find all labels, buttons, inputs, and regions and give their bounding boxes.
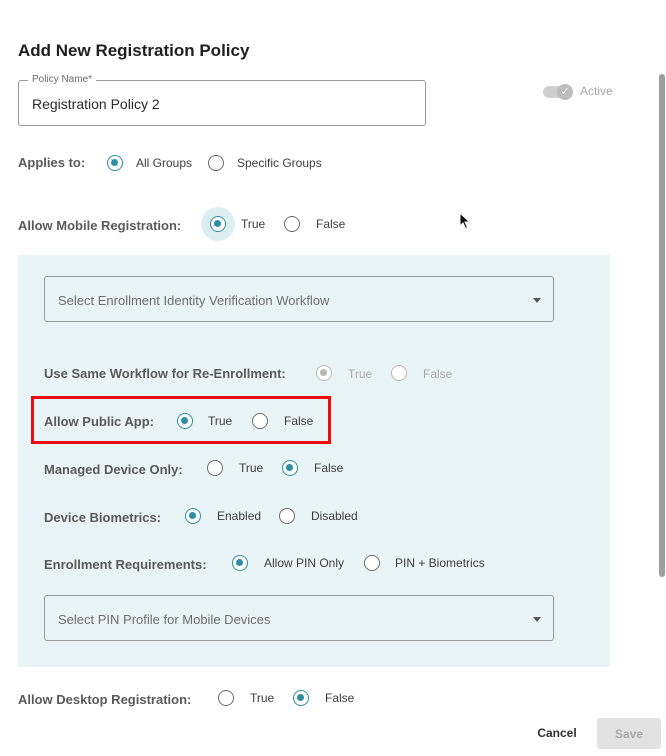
option-pin-biometrics[interactable]: PIN + Biometrics [395, 556, 485, 570]
radio-same-workflow-true[interactable] [316, 365, 332, 381]
option-desktop-true[interactable]: True [250, 691, 274, 705]
pin-profile-select-placeholder: Select PIN Profile for Mobile Devices [58, 612, 271, 627]
highlight-box [31, 396, 331, 444]
dialog-title: Add New Registration Policy [18, 41, 250, 60]
scrollbar[interactable] [659, 74, 665, 577]
dropdown-arrow-icon [533, 617, 541, 622]
radio-managed-device-false[interactable] [282, 460, 298, 476]
save-button[interactable]: Save [597, 718, 661, 749]
radio-desktop-false[interactable] [293, 690, 309, 706]
option-same-workflow-false[interactable]: False [423, 367, 452, 381]
check-icon: ✓ [557, 84, 573, 100]
pin-profile-select[interactable]: Select PIN Profile for Mobile Devices [44, 595, 554, 641]
policy-name-label: Policy Name* [28, 74, 97, 86]
workflow-select-placeholder: Select Enrollment Identity Verification … [58, 293, 330, 308]
radio-all-groups[interactable] [107, 155, 123, 171]
policy-name-value[interactable]: Registration Policy 2 [32, 96, 160, 112]
mouse-cursor-icon [459, 211, 471, 235]
radio-managed-device-true[interactable] [207, 460, 223, 476]
workflow-select[interactable]: Select Enrollment Identity Verification … [44, 276, 554, 322]
option-same-workflow-true[interactable]: True [348, 367, 372, 381]
radio-desktop-true[interactable] [218, 690, 234, 706]
policy-name-field[interactable]: Policy Name* Registration Policy 2 [18, 74, 426, 126]
active-label: Active [580, 84, 613, 98]
radio-allow-pin-only[interactable] [232, 555, 248, 571]
cancel-button[interactable]: Cancel [522, 721, 592, 745]
option-allow-pin-only[interactable]: Allow PIN Only [264, 556, 344, 570]
desktop-registration-label: Allow Desktop Registration: [18, 692, 192, 707]
option-mobile-true[interactable]: True [241, 217, 265, 231]
radio-biometrics-enabled[interactable] [185, 508, 201, 524]
option-managed-device-true[interactable]: True [239, 461, 263, 475]
option-managed-device-false[interactable]: False [314, 461, 343, 475]
option-specific-groups[interactable]: Specific Groups [237, 156, 322, 170]
active-toggle[interactable]: ✓ [543, 84, 573, 100]
radio-same-workflow-false[interactable] [391, 365, 407, 381]
option-mobile-false[interactable]: False [316, 217, 345, 231]
enrollment-requirements-label: Enrollment Requirements: [44, 557, 207, 572]
radio-pin-biometrics[interactable] [364, 555, 380, 571]
radio-mobile-true[interactable] [210, 216, 226, 232]
mobile-registration-label: Allow Mobile Registration: [18, 218, 182, 233]
radio-biometrics-disabled[interactable] [279, 508, 295, 524]
applies-to-label: Applies to: [18, 155, 86, 170]
radio-mobile-false[interactable] [284, 216, 300, 232]
same-workflow-label: Use Same Workflow for Re-Enrollment: [44, 366, 286, 381]
option-desktop-false[interactable]: False [325, 691, 354, 705]
device-biometrics-label: Device Biometrics: [44, 510, 162, 525]
radio-specific-groups[interactable] [208, 155, 224, 171]
dropdown-arrow-icon [533, 298, 541, 303]
option-all-groups[interactable]: All Groups [136, 156, 192, 170]
option-biometrics-enabled[interactable]: Enabled [217, 509, 261, 523]
managed-device-label: Managed Device Only: [44, 462, 183, 477]
option-biometrics-disabled[interactable]: Disabled [311, 509, 358, 523]
